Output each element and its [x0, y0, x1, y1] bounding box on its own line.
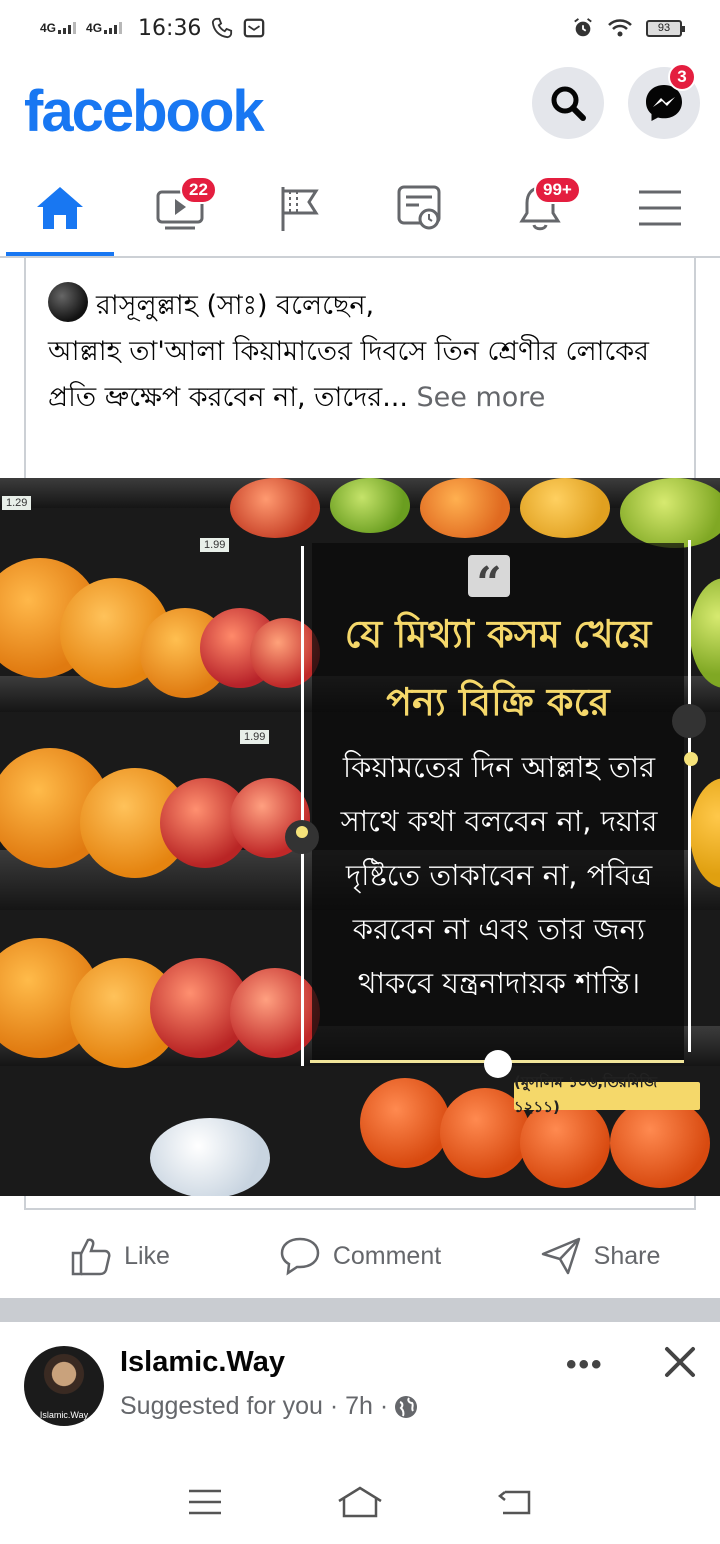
home-icon — [37, 187, 83, 229]
status-bar: 4G 4G 16:36 93 — [0, 0, 720, 56]
tab-menu[interactable] — [600, 160, 720, 256]
post-first-line: রাসূলুল্লাহ (সাঃ) বলেছেন, — [48, 282, 672, 329]
green-apple — [330, 478, 410, 533]
tab-notifications[interactable]: 99+ — [480, 160, 600, 256]
post-image[interactable]: 1.29 1.99 1.99 “ যে মিথ্যা কসম খেয়ে পন্… — [0, 478, 720, 1196]
frame-knob — [484, 1050, 512, 1078]
price-tag: 1.29 — [2, 496, 32, 510]
close-icon — [665, 1347, 695, 1377]
green-apple — [690, 578, 720, 688]
hamburger-icon — [639, 190, 681, 226]
post-card-edge — [24, 1196, 696, 1210]
post-actions: Like Comment Share — [0, 1216, 720, 1296]
like-button[interactable]: Like — [0, 1216, 240, 1296]
like-label: Like — [124, 1241, 170, 1270]
main-tab-bar: 22 99+ — [0, 160, 720, 258]
see-more-link[interactable]: See more — [417, 382, 546, 413]
avatar[interactable]: Islamic.Way — [24, 1346, 104, 1426]
comment-icon — [280, 1237, 320, 1276]
quote-heading-2: পন্য বিক্রি করে — [386, 680, 610, 724]
messenger-badge: 3 — [668, 63, 696, 91]
tab-pages[interactable] — [240, 160, 360, 256]
comment-button[interactable]: Comment — [240, 1216, 480, 1296]
more-options-button[interactable]: ••• — [566, 1348, 604, 1382]
quote-heading-1: যে মিথ্যা কসম খেয়ে — [344, 612, 652, 656]
quote-mark-icon: “ — [468, 555, 510, 609]
share-label: Share — [593, 1241, 661, 1270]
comment-label: Comment — [332, 1241, 442, 1270]
green-apple — [620, 478, 720, 548]
next-post-header: Islamic.Way Islamic.Way Suggested for yo… — [0, 1322, 720, 1452]
post-text: রাসূলুল্লাহ (সাঃ) বলেছেন, আল্লাহ তা'আলা … — [24, 258, 696, 478]
frame-line-right — [688, 540, 691, 1052]
orange — [420, 478, 510, 538]
lemon — [520, 478, 610, 538]
wifi-icon — [608, 19, 632, 37]
recent-apps-icon[interactable] — [187, 1487, 223, 1517]
share-icon — [541, 1237, 580, 1275]
bagged-produce — [150, 1118, 270, 1196]
page-name[interactable]: Islamic.Way — [120, 1346, 285, 1379]
battery-indicator: 93 — [646, 19, 685, 37]
thumbs-up-icon — [71, 1238, 111, 1276]
signal-indicator-2: 4G — [86, 22, 123, 34]
voicemail-icon — [244, 18, 265, 38]
orange — [360, 1078, 450, 1168]
apple — [250, 618, 320, 688]
price-tag: 1.99 — [240, 730, 270, 744]
share-button[interactable]: Share — [480, 1216, 720, 1296]
back-icon[interactable] — [497, 1487, 533, 1517]
search-button[interactable] — [532, 67, 604, 139]
alarm-icon — [574, 18, 592, 37]
black-circle-emoji — [48, 282, 88, 322]
citation-badge: (মুসলিম ১০৬,তিরমিজি ১২১১) — [514, 1073, 700, 1116]
tab-home[interactable] — [0, 160, 120, 256]
apple — [230, 478, 320, 538]
flag-icon — [281, 187, 319, 231]
messenger-button[interactable]: 3 — [628, 63, 700, 139]
news-feed-icon — [397, 185, 441, 230]
home-nav-icon[interactable] — [336, 1485, 384, 1519]
avatar-label: Islamic.Way — [39, 1410, 89, 1420]
clock: 16:36 — [138, 15, 202, 41]
frame-dot — [296, 826, 308, 838]
globe-icon — [395, 1395, 418, 1418]
quote-body: কিয়ামতের দিন আল্লাহ তার সাথে কথা বলবেন … — [340, 750, 658, 1000]
notifications-badge: 99+ — [534, 176, 581, 204]
app-header: facebook 3 — [0, 58, 720, 158]
signal-indicator-1: 4G — [40, 22, 77, 34]
post-meta: Suggested for you · 7h · — [120, 1392, 418, 1421]
tab-watch[interactable]: 22 — [120, 160, 240, 256]
frame-dot — [684, 752, 698, 766]
system-navigation-bar — [0, 1460, 720, 1544]
apple — [230, 968, 320, 1058]
price-tag: 1.99 — [200, 538, 230, 552]
watch-badge: 22 — [180, 176, 217, 204]
frame-line-left — [301, 546, 304, 1066]
phone-icon — [212, 17, 233, 39]
search-icon — [551, 86, 586, 121]
hide-post-button[interactable] — [660, 1342, 700, 1382]
post-meta-text: Suggested for you · 7h · — [120, 1392, 389, 1420]
tab-feeds[interactable] — [360, 160, 480, 256]
feed-divider — [0, 1298, 720, 1322]
facebook-logo[interactable]: facebook — [24, 78, 265, 145]
post-body: আল্লাহ তা'আলা কিয়ামাতের দিবসে তিন শ্রেণ… — [48, 336, 649, 413]
